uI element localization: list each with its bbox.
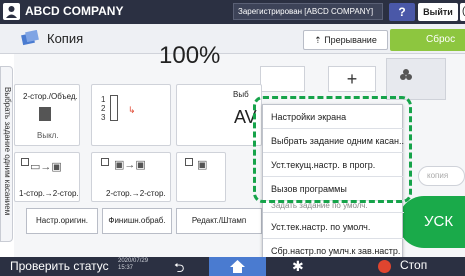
tab-original-settings[interactable]: Настр.оригин.: [26, 208, 98, 234]
more-button[interactable]: (: [460, 3, 465, 21]
duplex-combine-tile[interactable]: 2-стор./Объед. Выкл.: [14, 84, 80, 146]
start-button[interactable]: УСК: [398, 196, 465, 248]
one-touch-job-side-tab[interactable]: Выбрать задание одним касанием: [0, 66, 13, 242]
partial-label: Выб: [233, 90, 249, 99]
tab-edit-stamp[interactable]: Редакт./Штамп: [176, 208, 262, 234]
reset-button[interactable]: Сброс: [390, 29, 465, 51]
company-name: ABCD COMPANY: [25, 4, 124, 18]
stop-button[interactable]: Стоп: [400, 258, 427, 272]
two-to-two-label: 2-стор.→2-стор.: [106, 189, 166, 198]
user-icon: [3, 3, 20, 20]
duplex-combine-label: 2-стор./Объед.: [23, 92, 78, 101]
registered-user-indicator[interactable]: Зарегистрирован [ABCD COMPANY]: [233, 3, 383, 20]
zoom-value: 100%: [159, 42, 221, 69]
two-to-two-sided-tile[interactable]: ▣→▣ 2-стор.→2-стор.: [91, 152, 171, 202]
category-tabs: Настр.оригин. Финишн.обраб. Редакт./Штам…: [14, 208, 262, 234]
zoom-plus-button[interactable]: +: [328, 66, 376, 92]
status-bar: Проверить статус 2020/07/29 15:37 ⮌ ✱ Сто…: [0, 257, 465, 276]
one-to-two-label: 1-стор.→2-стор.: [19, 189, 79, 198]
reset-label: Сброс: [426, 34, 456, 45]
home-icon: [230, 260, 245, 273]
interrupt-label: Прерывание: [324, 35, 377, 45]
doc-to-doc-icon: ▭→▣: [30, 161, 62, 173]
interrupt-button[interactable]: ⇡ Прерывание: [303, 30, 388, 50]
paper-select-tile[interactable]: 123 ↳: [91, 84, 171, 146]
check-status-button[interactable]: Проверить статус: [10, 259, 109, 273]
duplex-icon: [39, 107, 51, 121]
back-icon[interactable]: ⮌: [174, 259, 184, 276]
menu-item-set-default[interactable]: Уст.тек.настр. по умолч.: [263, 215, 404, 239]
tray-stack-icon: [110, 95, 118, 121]
home-button[interactable]: [209, 257, 266, 276]
highlight-frame: [253, 96, 412, 203]
side-tab-label: Выбрать задание одним касанием: [3, 87, 12, 216]
doc-to-doc-icon: ▣→▣: [114, 159, 146, 171]
top-bar: ABCD COMPANY Зарегистрирован [ABCD COMPA…: [0, 0, 465, 24]
copies-counter[interactable]: копия: [418, 166, 465, 186]
checkbox-icon: [185, 158, 193, 166]
date: 2020/07/29: [118, 258, 149, 264]
time: 15:37: [118, 265, 134, 271]
stop-icon: [378, 260, 391, 273]
arrow-icon: ↳: [128, 105, 136, 115]
datetime: 2020/07/29 15:37: [118, 258, 148, 272]
density-tile[interactable]: Выб AV: [176, 84, 262, 146]
duplex-off-label: Выкл.: [37, 131, 59, 140]
help-button[interactable]: ?: [389, 3, 415, 21]
checkbox-icon: [101, 158, 109, 166]
one-to-two-sided-tile[interactable]: ▭→▣ 1-стор.→2-стор.: [14, 152, 80, 202]
tab-finishing[interactable]: Финишн.обраб.: [102, 208, 172, 234]
extra-option-tile[interactable]: ▣: [176, 152, 226, 202]
gear-icon[interactable]: ✱: [292, 258, 304, 275]
page-title: Копия: [47, 31, 84, 46]
zoom-minus-button[interactable]: [260, 66, 305, 92]
app-header: Копия ⇡ Прерывание Сброс: [0, 24, 465, 54]
paper-tray-icon: 123: [101, 95, 106, 122]
interrupt-icon: ⇡: [314, 35, 325, 45]
logout-button[interactable]: Выйти: [418, 3, 458, 21]
copy-app-icon: [21, 29, 39, 46]
checkbox-icon: [21, 158, 29, 166]
doc-icon: ▣: [197, 159, 208, 171]
applications-icon[interactable]: [386, 58, 446, 100]
